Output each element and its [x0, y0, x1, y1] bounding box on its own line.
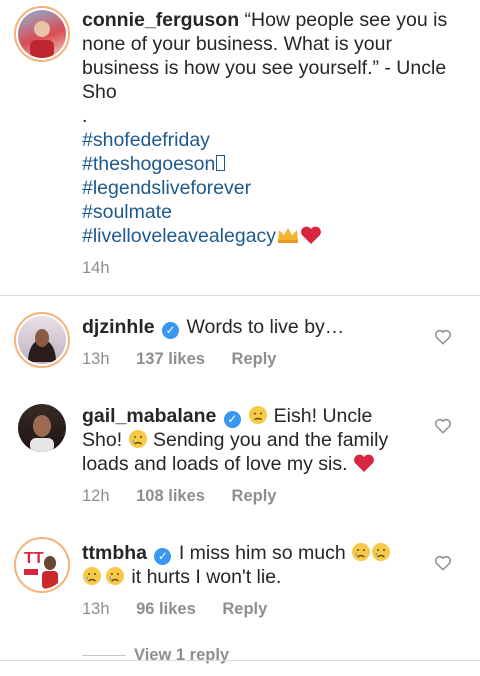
comment-meta: 12h 108 likes Reply	[82, 487, 276, 506]
like-heart-icon[interactable]	[434, 417, 452, 435]
post-caption: connie_ferguson “How people see you is n…	[82, 8, 462, 248]
commenter-avatar[interactable]	[14, 312, 70, 368]
svg-text:TT: TT	[24, 550, 44, 567]
likes-count[interactable]: 137 likes	[136, 350, 205, 368]
reply-button[interactable]: Reply	[232, 487, 277, 505]
comment-timestamp: 13h	[82, 350, 110, 368]
crying-face-emoji-icon	[351, 542, 391, 564]
like-heart-icon[interactable]	[434, 328, 452, 346]
comment-meta: 13h 137 likes Reply	[82, 350, 276, 369]
hashtag-link[interactable]: #livelloveleavealegacy	[82, 224, 462, 248]
comment-timestamp: 13h	[82, 600, 110, 618]
reply-button[interactable]: Reply	[232, 350, 277, 368]
verified-badge-icon: ✓	[223, 411, 241, 428]
comment-text: Words to live by…	[186, 316, 345, 338]
like-heart-icon[interactable]	[434, 554, 452, 572]
red-heart-emoji-icon	[300, 224, 322, 248]
hashtag-link[interactable]: #legendsliveforever	[82, 176, 462, 200]
commenter-username[interactable]: djzinhle	[82, 316, 155, 338]
comment-timestamp: 12h	[82, 487, 110, 505]
reply-button[interactable]: Reply	[222, 600, 267, 618]
divider	[0, 660, 480, 661]
comment-text-b: it hurts I won't lie.	[131, 566, 282, 588]
commenter-avatar[interactable]: TT	[14, 537, 70, 593]
comment-text-a: Eish! Uncle	[273, 405, 373, 427]
commenter-username[interactable]: gail_mabalane	[82, 405, 216, 427]
commenter-username[interactable]: ttmbha	[82, 542, 147, 564]
comment-meta: 13h 96 likes Reply	[82, 600, 267, 619]
comment-text-a: I miss him so much	[178, 542, 346, 564]
comment-text-b: Sho!	[82, 429, 123, 451]
post-author-username[interactable]: connie_ferguson	[82, 9, 239, 31]
post-timestamp: 14h	[82, 259, 110, 277]
divider	[0, 295, 480, 296]
likes-count[interactable]: 108 likes	[136, 487, 205, 505]
crown-emoji-icon	[276, 225, 300, 247]
verified-badge-icon: ✓	[154, 548, 172, 565]
verified-badge-icon: ✓	[162, 322, 180, 339]
post-author-avatar[interactable]	[14, 6, 70, 62]
crying-face-emoji-icon	[128, 429, 148, 451]
hashtag-link[interactable]: #theshogoeson	[82, 152, 462, 176]
red-heart-emoji-icon	[353, 453, 375, 475]
crying-face-emoji-icon	[82, 566, 126, 588]
caption-dot: .	[82, 105, 88, 127]
hashtag-link[interactable]: #soulmate	[82, 200, 462, 224]
likes-count[interactable]: 96 likes	[136, 600, 196, 618]
unknown-glyph-icon	[216, 155, 226, 171]
comment-body: ttmbha ✓ I miss him so much it hurts I w…	[82, 541, 418, 589]
reply-thread-line	[82, 655, 126, 657]
view-replies-label: View 1 reply	[134, 646, 230, 664]
comment-body: djzinhle ✓ Words to live by…	[82, 315, 418, 339]
view-replies-button[interactable]: View 1 reply	[82, 646, 229, 665]
commenter-avatar[interactable]	[18, 404, 66, 452]
comment-body: gail_mabalane ✓ Eish! Uncle Sho! Sending…	[82, 404, 418, 476]
sad-face-emoji-icon	[248, 405, 268, 427]
hashtag-link[interactable]: #shofedefriday	[82, 128, 462, 152]
